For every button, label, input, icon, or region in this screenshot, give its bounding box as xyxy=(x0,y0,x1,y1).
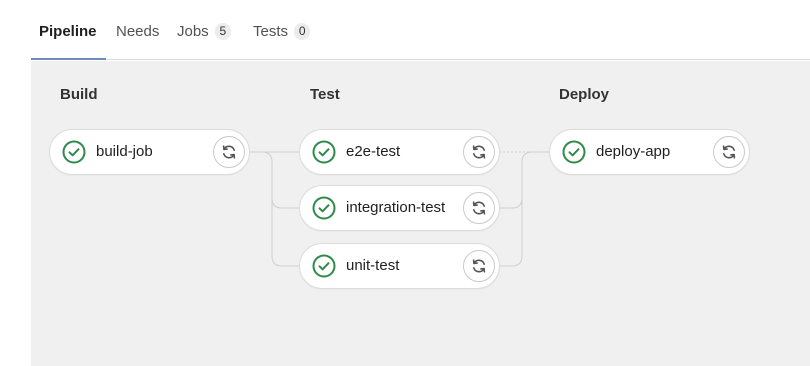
stage-title-test: Test xyxy=(310,86,340,103)
job-name: e2e-test xyxy=(346,143,401,160)
retry-button[interactable] xyxy=(463,250,495,282)
job-name: unit-test xyxy=(346,257,400,274)
job-name: integration-test xyxy=(346,199,446,216)
status-success-icon xyxy=(62,140,86,164)
job-name: deploy-app xyxy=(596,143,671,160)
stage-title-build: Build xyxy=(60,86,98,103)
job-unit-test[interactable]: unit-test xyxy=(299,243,500,289)
status-success-icon xyxy=(312,140,336,164)
retry-icon xyxy=(472,145,486,159)
job-name: build-job xyxy=(96,143,153,160)
job-deploy-app[interactable]: deploy-app xyxy=(549,129,750,175)
retry-button[interactable] xyxy=(463,192,495,224)
job-e2e-test[interactable]: e2e-test xyxy=(299,129,500,175)
retry-icon xyxy=(472,259,486,273)
status-success-icon xyxy=(562,140,586,164)
stage-title-deploy: Deploy xyxy=(559,86,610,103)
retry-button[interactable] xyxy=(713,136,745,168)
job-connectors xyxy=(249,151,550,267)
retry-icon xyxy=(222,145,236,159)
job-build-job[interactable]: build-job xyxy=(49,129,250,175)
status-success-icon xyxy=(312,254,336,278)
status-success-icon xyxy=(312,196,336,220)
retry-button[interactable] xyxy=(213,136,245,168)
retry-icon xyxy=(472,201,486,215)
job-integration-test[interactable]: integration-test xyxy=(299,185,500,231)
retry-button[interactable] xyxy=(463,136,495,168)
retry-icon xyxy=(722,145,736,159)
